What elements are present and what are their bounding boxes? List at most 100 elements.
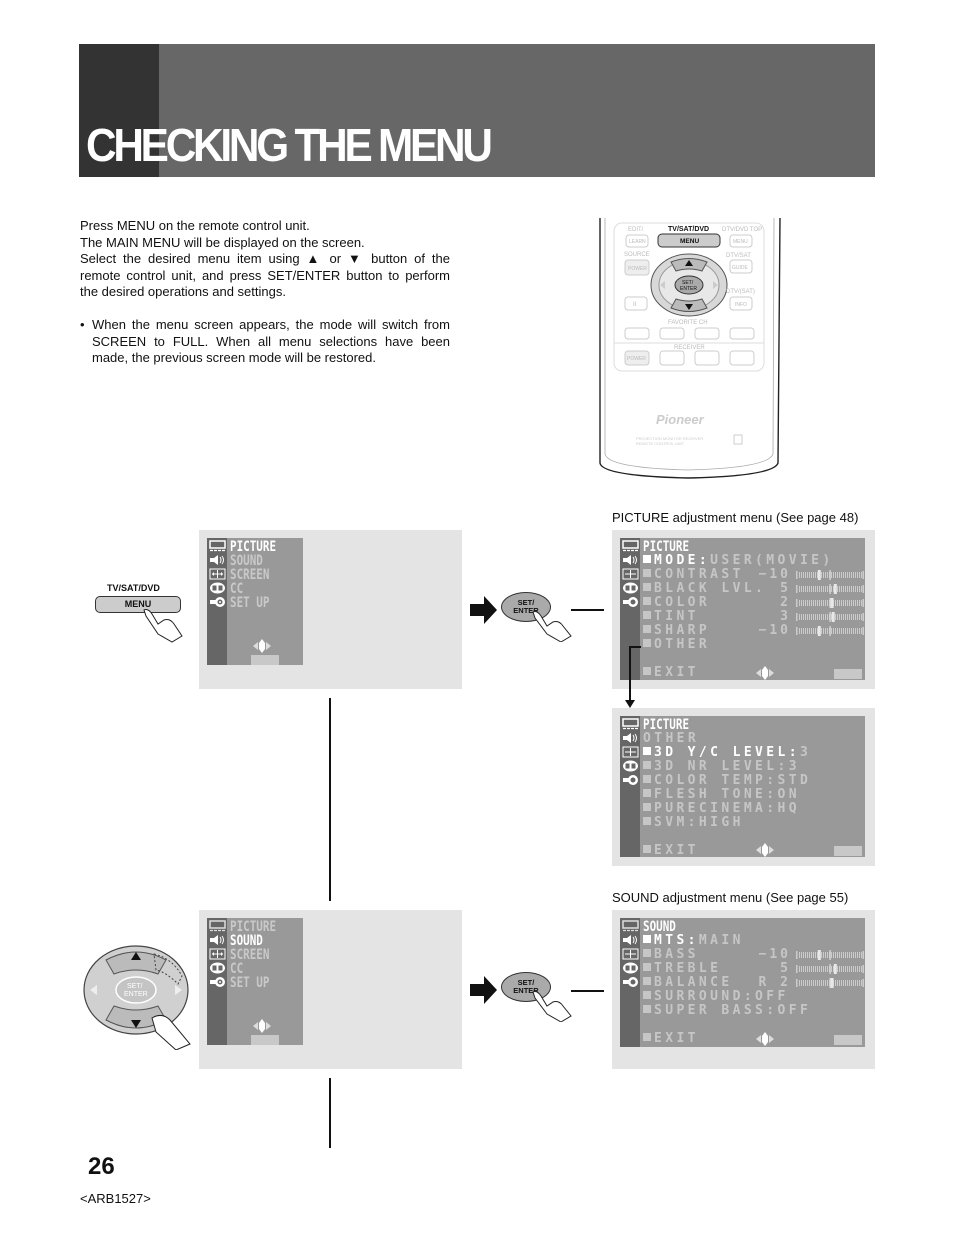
- svg-text:DTV/SAT: DTV/SAT: [726, 253, 751, 259]
- osd-row-exit[interactable]: EXIT: [643, 1032, 699, 1046]
- osd-row-mode[interactable]: MODE:USER(MOVIE): [643, 554, 834, 568]
- navigation-arrows-icon: [755, 666, 775, 680]
- picture-other-screen: PICTURE OTHER 3D Y/C LEVEL:3 3D NR LEVEL…: [612, 708, 875, 866]
- cc-icon: [622, 582, 639, 594]
- osd-row[interactable]: SVM:HIGH: [643, 816, 744, 830]
- osd-row[interactable]: FLESH TONE:ON: [643, 788, 800, 802]
- setup-icon: [209, 976, 226, 988]
- menu-item-picture[interactable]: PICTURE: [230, 920, 276, 934]
- navigation-arrows-icon: [755, 1032, 775, 1046]
- navigation-arrows-icon: [252, 639, 272, 653]
- intro-line-1: Press MENU on the remote control unit.: [80, 218, 310, 233]
- osd-header: PICTURE: [643, 539, 690, 555]
- osd-row-exit[interactable]: EXIT: [643, 844, 699, 858]
- speaker-icon: [622, 732, 639, 744]
- level-slider[interactable]: [796, 598, 864, 608]
- level-slider[interactable]: [796, 584, 864, 594]
- osd-row-other[interactable]: OTHER: [643, 638, 710, 652]
- osd-row-treble[interactable]: TREBLE: [643, 962, 721, 976]
- osd-status-box: [251, 655, 279, 665]
- pointing-hand-icon: [532, 611, 572, 642]
- level-slider[interactable]: [796, 570, 864, 580]
- svg-text:FAVORITE CH: FAVORITE CH: [668, 320, 708, 326]
- main-menu-screen-sound: PICTURE SOUND SCREEN CC SET UP: [199, 910, 462, 1069]
- menu-item-picture[interactable]: PICTURE: [230, 540, 276, 554]
- osd-status-box: [834, 1035, 862, 1045]
- osd-row[interactable]: 3D NR LEVEL:3: [643, 760, 800, 774]
- osd-row-3d-yc-level[interactable]: 3D Y/C LEVEL:3: [643, 746, 811, 760]
- sound-adjustment-screen: SOUND MTS:MAIN SURROUND:OFF SUPER BASS:O…: [612, 910, 875, 1069]
- title-banner: CHECKING THE MENU: [79, 44, 875, 177]
- osd-row-exit[interactable]: EXIT: [643, 666, 699, 680]
- screen-icon: [622, 568, 639, 580]
- osd-header: SOUND: [643, 919, 676, 935]
- osd-row-color[interactable]: COLOR: [643, 596, 710, 610]
- level-slider[interactable]: [796, 612, 864, 622]
- intro-text: Press MENU on the remote control unit. T…: [80, 218, 450, 367]
- cc-icon: [209, 582, 226, 594]
- menu-item-cc[interactable]: CC: [230, 962, 243, 976]
- menu-item-sound[interactable]: SOUND: [230, 554, 263, 568]
- osd-row-bass[interactable]: BASS: [643, 948, 699, 962]
- menu-item-cc[interactable]: CC: [230, 582, 243, 596]
- speaker-icon: [209, 934, 226, 946]
- level-slider[interactable]: [796, 626, 864, 636]
- svg-text:SOURCE: SOURCE: [624, 252, 650, 258]
- svg-text:INFO: INFO: [735, 302, 747, 308]
- remote-label-tvsatdvd: TV/SAT/DVD: [668, 226, 709, 233]
- menu-item-screen[interactable]: SCREEN: [230, 948, 269, 962]
- osd-row-value: 2: [780, 595, 791, 610]
- sound-menu-caption: SOUND adjustment menu (See page 55): [612, 890, 849, 905]
- osd-row-value: −10: [758, 623, 791, 638]
- speaker-icon: [209, 554, 226, 566]
- osd-row-super-bass[interactable]: SUPER BASS:OFF: [643, 1004, 811, 1018]
- cc-icon: [622, 962, 639, 974]
- intro-bullet: • When the menu screen appears, the mode…: [80, 317, 450, 367]
- level-slider[interactable]: [796, 978, 864, 988]
- screen-icon: [622, 948, 639, 960]
- navigation-arrows-icon: [252, 1019, 272, 1033]
- menu-item-setup[interactable]: SET UP: [230, 596, 269, 610]
- svg-text:ENTER: ENTER: [124, 991, 148, 998]
- connector-line: [571, 990, 604, 992]
- osd-row-tint[interactable]: TINT: [643, 610, 699, 624]
- osd-row-sharp[interactable]: SHARP: [643, 624, 710, 638]
- osd-subheader: OTHER: [643, 731, 700, 746]
- set-enter-illustration: SET/ENTER: [501, 592, 576, 642]
- other-connector-line: [629, 646, 641, 648]
- svg-text:DTV/(SAT): DTV/(SAT): [726, 289, 755, 295]
- osd-row[interactable]: COLOR TEMP:STD: [643, 774, 811, 788]
- pointing-hand-icon: [532, 991, 572, 1022]
- remote-label-dtvdvdtop: DTV/DVD TOP: [722, 227, 762, 233]
- menu-item-setup[interactable]: SET UP: [230, 976, 269, 990]
- remote-label-edit: EDIT/: [628, 227, 644, 233]
- flow-connector-line: [329, 1078, 331, 1148]
- screen-icon: [209, 568, 226, 580]
- level-slider[interactable]: [796, 950, 864, 960]
- osd-row-value: −10: [758, 567, 791, 582]
- menu-item-screen[interactable]: SCREEN: [230, 568, 269, 582]
- picture-adjustment-screen: PICTURE MODE:USER(MOVIE) OTHER EXIT CONT…: [612, 530, 875, 689]
- osd-row-mts[interactable]: MTS:MAIN: [643, 934, 744, 948]
- page-title: CHECKING THE MENU: [86, 119, 493, 171]
- bullet-text: When the menu screen appears, the mode w…: [92, 316, 450, 366]
- level-slider[interactable]: [796, 964, 864, 974]
- speaker-icon: [622, 554, 639, 566]
- main-menu-screen-picture: PICTURE SOUND SCREEN CC SET UP: [199, 530, 462, 689]
- osd-row[interactable]: PURECINEMA:HQ: [643, 802, 800, 816]
- svg-text:RECEIVER: RECEIVER: [674, 345, 705, 351]
- right-arrow-icon: [470, 596, 497, 624]
- osd-row-value: 5: [780, 961, 791, 976]
- osd-row-contrast[interactable]: CONTRAST: [643, 568, 744, 582]
- osd-row-balance[interactable]: BALANCE: [643, 976, 733, 990]
- screen-icon: [209, 948, 226, 960]
- osd-row-surround[interactable]: SURROUND:OFF: [643, 990, 789, 1004]
- intro-line-3: Select the desired menu item using ▲ or …: [80, 251, 450, 300]
- osd-row-value: 5: [780, 581, 791, 596]
- svg-text:MENU: MENU: [680, 238, 699, 245]
- menu-item-sound[interactable]: SOUND: [230, 934, 263, 948]
- osd-sound-menu: SOUND MTS:MAIN SURROUND:OFF SUPER BASS:O…: [620, 918, 865, 1047]
- osd-picture-menu: PICTURE MODE:USER(MOVIE) OTHER EXIT CONT…: [620, 538, 865, 680]
- page-number: 26: [88, 1153, 115, 1180]
- down-arrow-icon: [625, 700, 635, 708]
